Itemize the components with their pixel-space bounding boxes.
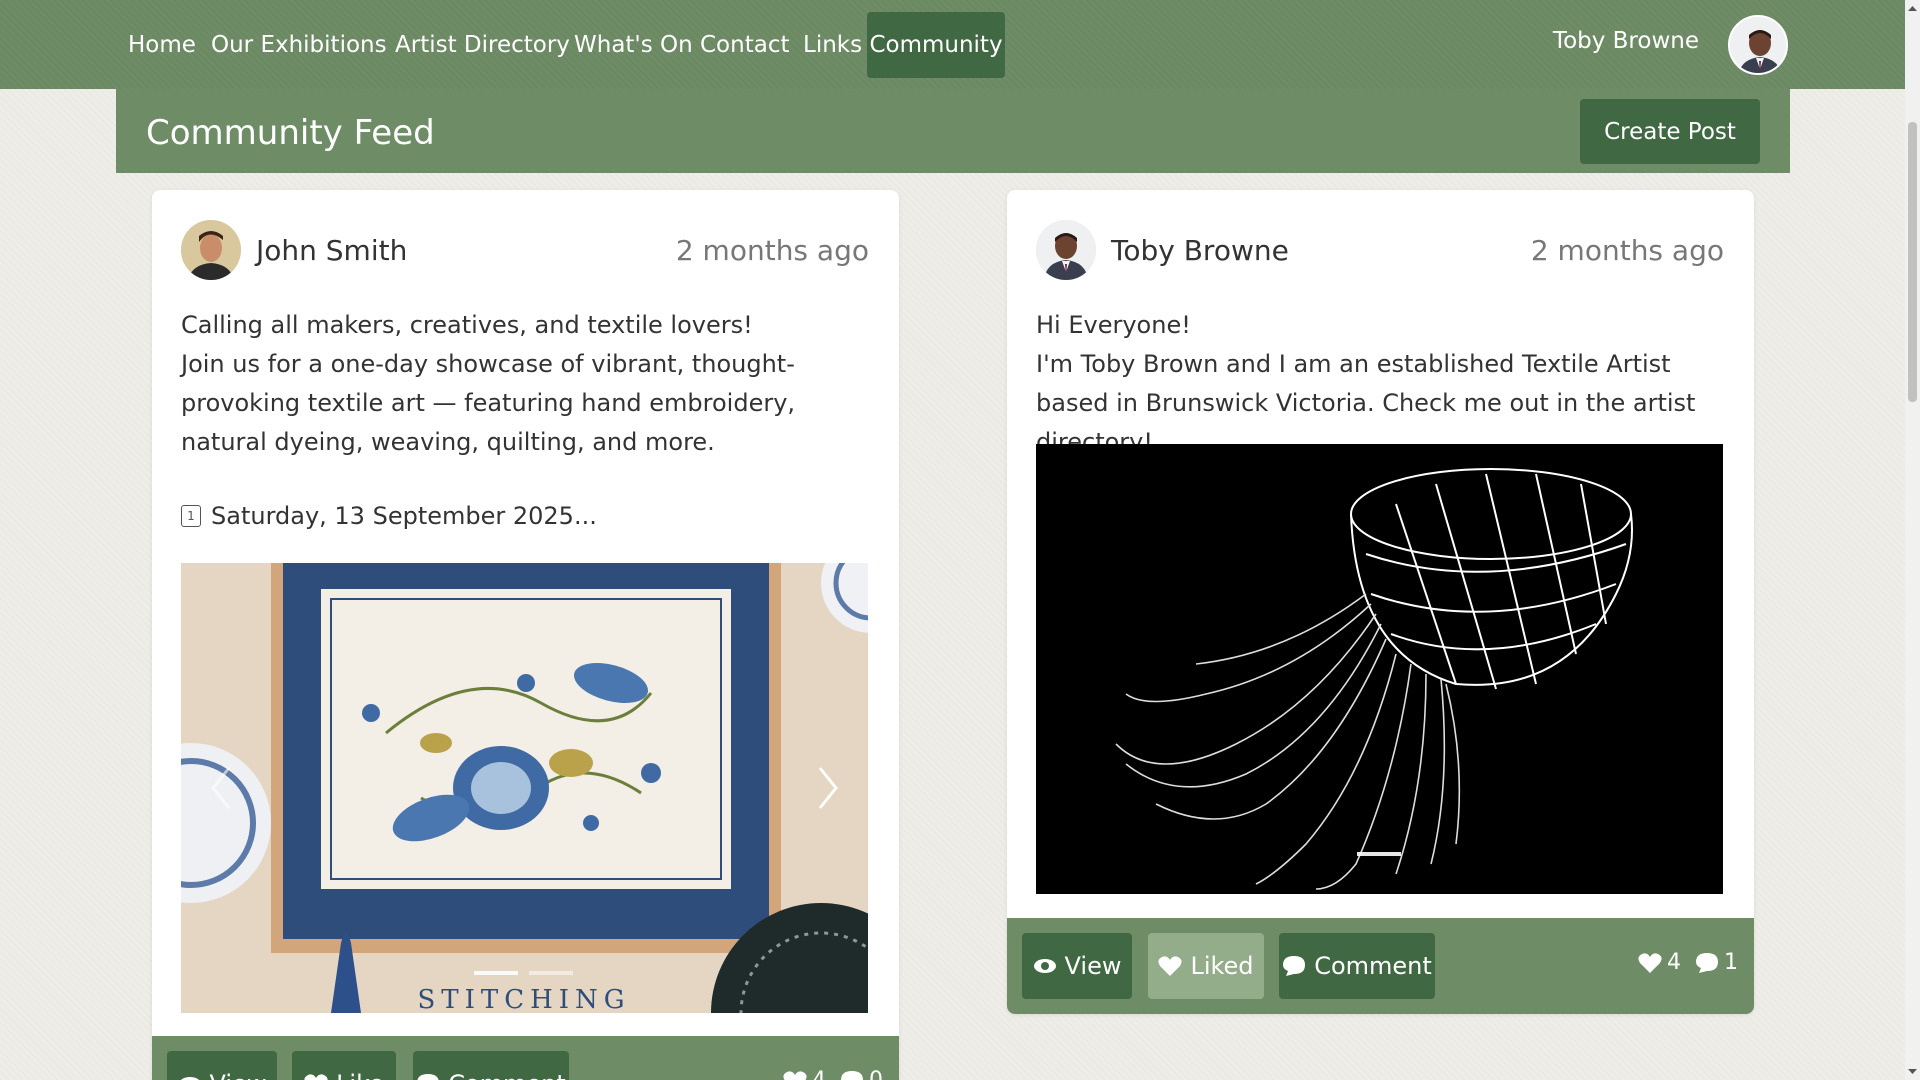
event-date: 1 Saturday, 13 September 2025... bbox=[181, 502, 597, 530]
nav-home[interactable]: Home bbox=[116, 12, 208, 78]
post-stats: 4 0 bbox=[783, 1068, 883, 1080]
comment-label: Comment bbox=[448, 1070, 566, 1080]
scroll-up-icon[interactable] bbox=[1908, 4, 1917, 13]
view-label: View bbox=[1064, 952, 1122, 980]
like-button[interactable]: Like bbox=[292, 1051, 396, 1080]
nav-our-exhibitions[interactable]: Our Exhibitions bbox=[199, 12, 399, 78]
post-line: Hi Everyone! bbox=[1036, 311, 1191, 339]
post-line: Join us for a one-day showcase of vibran… bbox=[181, 350, 796, 456]
carousel-indicator-1[interactable] bbox=[474, 971, 518, 975]
eye-icon bbox=[180, 1077, 199, 1080]
comment-button[interactable]: Comment bbox=[1279, 933, 1435, 999]
post-time: 2 months ago bbox=[1530, 234, 1724, 267]
scroll-down-icon[interactable] bbox=[1908, 1067, 1917, 1076]
create-post-button[interactable]: Create Post bbox=[1580, 99, 1760, 164]
post-action-bar: View Liked Comment 4 1 bbox=[1007, 918, 1754, 1014]
view-button[interactable]: View bbox=[1022, 933, 1132, 999]
liked-label: Liked bbox=[1190, 952, 1254, 980]
chevron-right-icon bbox=[818, 767, 838, 809]
current-user-name[interactable]: Toby Browne bbox=[1553, 28, 1699, 54]
post-time: 2 months ago bbox=[675, 234, 869, 267]
carousel-next-button[interactable] bbox=[808, 763, 848, 813]
comment-count: 0 bbox=[869, 1068, 883, 1080]
heart-icon bbox=[783, 1070, 807, 1080]
nav-contact[interactable]: Contact bbox=[688, 12, 801, 78]
comment-icon bbox=[841, 1070, 863, 1080]
post-action-bar: View Like Comment 4 0 bbox=[152, 1036, 899, 1080]
image-carousel[interactable] bbox=[1036, 444, 1723, 894]
author-avatar[interactable] bbox=[1036, 220, 1096, 280]
post-card: John Smith 2 months ago Calling all make… bbox=[152, 190, 899, 1080]
nav-whats-on[interactable]: What's On bbox=[562, 12, 705, 78]
page-scrollbar[interactable] bbox=[1905, 0, 1920, 1080]
chevron-left-icon bbox=[211, 767, 231, 809]
comment-count: 1 bbox=[1724, 950, 1738, 975]
scroll-thumb[interactable] bbox=[1908, 122, 1917, 402]
post-card: Toby Browne 2 months ago Hi Everyone! I'… bbox=[1007, 190, 1754, 1014]
image-caption-text: STITCHING bbox=[417, 985, 630, 1013]
view-button[interactable]: View bbox=[167, 1051, 277, 1080]
comment-icon bbox=[1696, 952, 1718, 973]
post-body: Calling all makers, creatives, and texti… bbox=[181, 306, 871, 462]
top-navbar: Home Our Exhibitions Artist Directory Wh… bbox=[0, 0, 1905, 89]
page-title: Community Feed bbox=[146, 113, 435, 153]
heart-icon bbox=[1638, 952, 1662, 973]
calendar-icon: 1 bbox=[181, 505, 201, 527]
post-line: Calling all makers, creatives, and texti… bbox=[181, 311, 753, 339]
current-user-avatar[interactable] bbox=[1728, 15, 1788, 75]
image-carousel[interactable]: STITCHING bbox=[181, 563, 868, 1013]
community-feed-header: Community Feed Create Post bbox=[116, 89, 1790, 173]
carousel-indicator-1[interactable] bbox=[1357, 852, 1401, 856]
post-author[interactable]: Toby Browne bbox=[1111, 234, 1289, 267]
heart-icon bbox=[1158, 956, 1183, 976]
embroidery-image: STITCHING bbox=[181, 563, 868, 1013]
author-avatar[interactable] bbox=[181, 220, 241, 280]
view-label: View bbox=[210, 1070, 267, 1080]
post-author[interactable]: John Smith bbox=[256, 234, 407, 267]
like-label: Like bbox=[336, 1070, 384, 1080]
comment-button[interactable]: Comment bbox=[413, 1051, 569, 1080]
event-date-text: Saturday, 13 September 2025... bbox=[211, 502, 597, 530]
carousel-prev-button[interactable] bbox=[201, 763, 241, 813]
woven-basket-image bbox=[1036, 444, 1723, 894]
carousel-indicator-2[interactable] bbox=[529, 971, 573, 975]
eye-icon bbox=[1033, 959, 1056, 973]
post-body: Hi Everyone! I'm Toby Brown and I am an … bbox=[1036, 306, 1726, 462]
nav-links[interactable]: Links bbox=[791, 12, 874, 78]
like-count: 4 bbox=[812, 1068, 826, 1080]
heart-icon bbox=[304, 1074, 328, 1080]
post-stats: 4 1 bbox=[1638, 950, 1738, 975]
comment-icon bbox=[417, 1074, 439, 1080]
like-count: 4 bbox=[1667, 950, 1681, 975]
comment-icon bbox=[1283, 956, 1306, 976]
nav-artist-directory[interactable]: Artist Directory bbox=[383, 12, 582, 78]
comment-label: Comment bbox=[1314, 952, 1432, 980]
liked-button[interactable]: Liked bbox=[1148, 933, 1264, 999]
nav-community[interactable]: Community bbox=[867, 12, 1005, 78]
